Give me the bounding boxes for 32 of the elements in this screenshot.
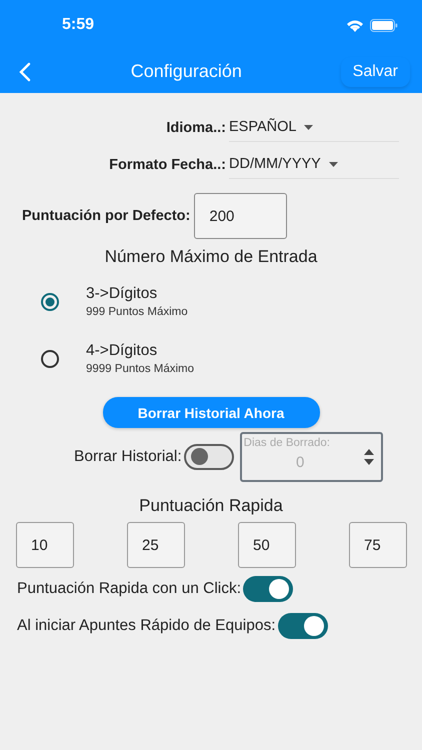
field-label: Formato Fecha..: (108, 156, 227, 172)
toggle-label: Puntuación Rapida con un Click: (17, 580, 242, 598)
toggle-switch[interactable] (184, 444, 234, 470)
quick-score-input[interactable]: 25 (127, 522, 185, 568)
days-spinner: Dias de Borrado: 0 (240, 432, 383, 482)
option-description: 9999 Puntos Máximo (86, 363, 194, 375)
radio-button[interactable] (40, 292, 60, 312)
section-title: Número Máximo de Entrada (104, 247, 318, 267)
toggle-switch[interactable] (243, 576, 294, 602)
dropdown[interactable]: ESPAÑOL (229, 114, 399, 142)
wifi-icon (346, 18, 364, 32)
radio-button[interactable] (40, 348, 60, 368)
option-label: 3->Dígitos (86, 285, 158, 303)
screen-title: Configuración (130, 61, 243, 82)
battery-icon (370, 18, 398, 32)
field-label: Idioma..: (165, 120, 227, 136)
field-label: Puntuación por Defecto: (22, 208, 190, 224)
option-description: 999 Puntos Máximo (86, 306, 188, 318)
toggle-switch[interactable] (278, 612, 328, 638)
toggle-label: Borrar Historial: (74, 448, 182, 466)
back-icon[interactable] (18, 62, 32, 82)
quick-score-input[interactable]: 10 (16, 522, 74, 568)
caret-icon (328, 162, 338, 166)
score-input[interactable]: 200 (194, 193, 288, 239)
option-label: 4->Dígitos (86, 342, 158, 360)
quick-score-input[interactable]: 75 (349, 522, 407, 568)
toggle-label: Al iniciar Apuntes Rápido de Equipos: (17, 616, 276, 634)
dropdown[interactable]: DD/MM/YYYY (229, 150, 399, 178)
section-title: Puntuación Rapida (138, 496, 284, 516)
caret-icon (304, 124, 314, 130)
status-time: 5:59 (62, 16, 94, 34)
quick-score-input[interactable]: 50 (238, 522, 296, 568)
